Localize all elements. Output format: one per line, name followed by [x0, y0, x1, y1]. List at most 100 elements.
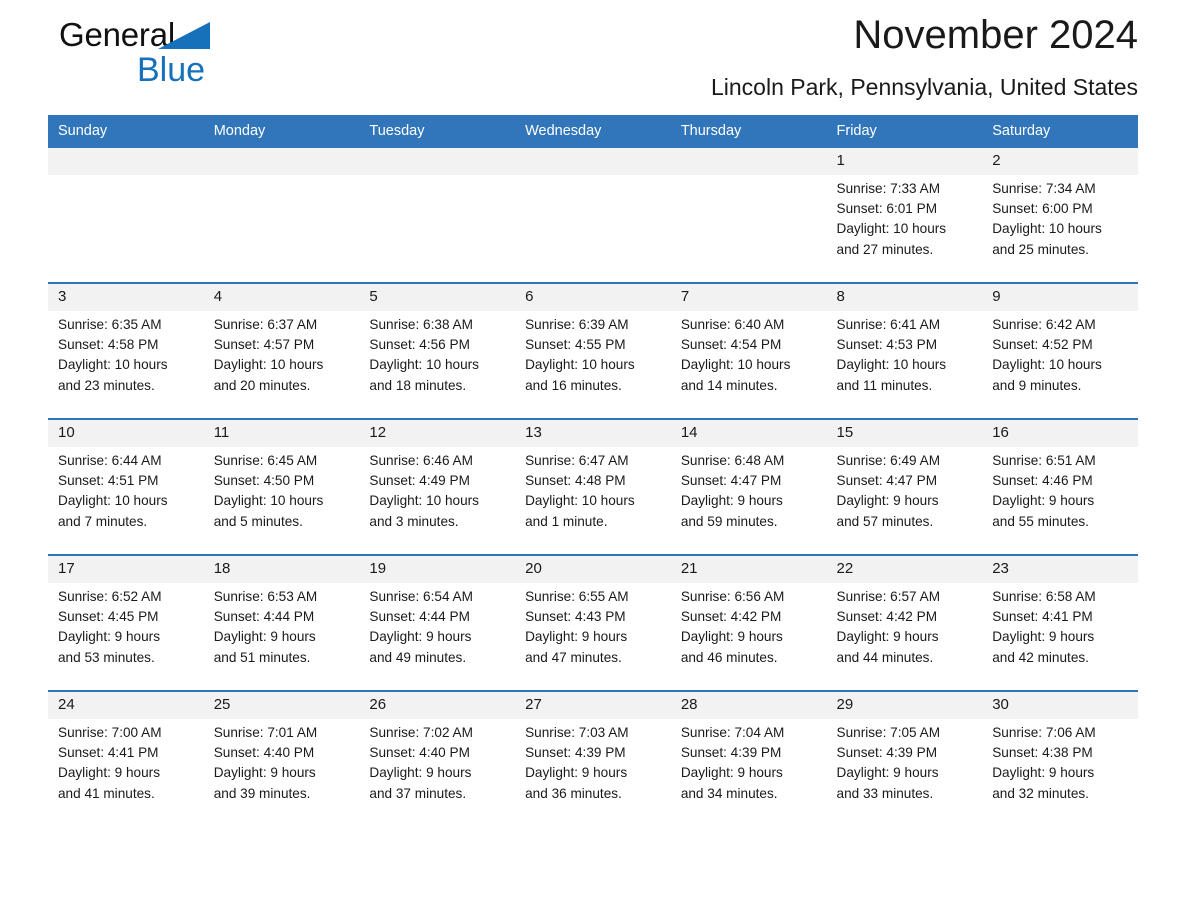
day-detail-line: Sunrise: 6:47 AM	[525, 453, 629, 468]
calendar-day-cell[interactable]: 11 Sunrise: 6:45 AM Sunset: 4:50 PM Dayligh…	[203, 418, 360, 555]
day-detail-line: Sunrise: 6:46 AM	[369, 453, 473, 468]
day-details: Sunrise: 6:41 AM Sunset: 4:53 PM Daylight:…	[827, 311, 983, 396]
calendar-day-cell[interactable]: 25 Sunrise: 7:01 AM Sunset: 4:40 PM Dayligh…	[203, 690, 360, 826]
day-detail-line: and 11 minutes.	[836, 377, 933, 393]
day-number-strip: 23	[982, 556, 1138, 583]
calendar-page: General Blue November 2024 Lincoln Park,…	[0, 0, 1188, 918]
calendar-day-cell[interactable]: 29 Sunrise: 7:05 AM Sunset: 4:39 PM Dayligh…	[826, 690, 983, 826]
day-detail-line: Sunset: 4:51 PM	[58, 473, 159, 489]
day-detail-line: Daylight: 10 hours	[213, 357, 324, 373]
day-details: Sunrise: 7:34 AM Sunset: 6:00 PM Daylight:…	[982, 175, 1138, 260]
day-details: Sunrise: 7:05 AM Sunset: 4:39 PM Daylight:…	[827, 719, 983, 804]
day-detail-line: and 27 minutes.	[836, 241, 934, 257]
day-number-strip: 18	[203, 556, 360, 583]
day-detail-line: Sunset: 4:54 PM	[680, 337, 782, 353]
calendar-day-cell[interactable]: 24 Sunrise: 7:00 AM Sunset: 4:41 PM Dayligh…	[48, 690, 204, 826]
day-details: Sunrise: 6:42 AM Sunset: 4:52 PM Daylight:…	[982, 311, 1138, 396]
calendar-day-cell[interactable]: 2 Sunrise: 7:34 AM Sunset: 6:00 PM Daylight…	[982, 148, 1138, 283]
calendar-day-cell[interactable]: 12 Sunrise: 6:46 AM Sunset: 4:49 PM Dayligh…	[359, 418, 516, 555]
day-detail-line: Daylight: 9 hours	[992, 493, 1095, 509]
day-detail-line: Sunset: 4:49 PM	[369, 473, 470, 489]
day-number: 9	[992, 288, 1001, 305]
day-detail-line: and 5 minutes.	[213, 513, 303, 529]
day-cell-inner: 19 Sunrise: 6:54 AM Sunset: 4:44 PM Dayligh…	[359, 556, 516, 690]
day-number-strip: 2	[982, 148, 1138, 175]
day-cell-inner: 5 Sunrise: 6:38 AM Sunset: 4:56 PM Daylight…	[359, 284, 516, 418]
day-cell-inner: 3 Sunrise: 6:35 AM Sunset: 4:58 PM Daylight…	[48, 284, 204, 418]
calendar-day-cell[interactable]: 26 Sunrise: 7:02 AM Sunset: 4:40 PM Dayligh…	[359, 690, 516, 826]
weekday-header-wednesday: Wednesday	[515, 115, 671, 148]
day-detail-line: and 25 minutes.	[992, 241, 1089, 257]
calendar-day-cell[interactable]: 23 Sunrise: 6:58 AM Sunset: 4:41 PM Dayligh…	[982, 554, 1138, 691]
calendar-day-cell[interactable]: 22 Sunrise: 6:57 AM Sunset: 4:42 PM Dayligh…	[826, 554, 983, 691]
day-number: 25	[213, 696, 231, 713]
calendar-day-cell[interactable]: 20 Sunrise: 6:55 AM Sunset: 4:43 PM Dayligh…	[515, 554, 671, 691]
day-number-strip: 9	[982, 284, 1138, 311]
calendar-week-row: 24 Sunrise: 7:00 AM Sunset: 4:41 PM Dayligh…	[48, 690, 1138, 826]
day-detail-line: and 55 minutes.	[992, 513, 1089, 529]
calendar-day-cell[interactable]: 19 Sunrise: 6:54 AM Sunset: 4:44 PM Dayligh…	[359, 554, 516, 691]
day-detail-line: and 51 minutes.	[213, 649, 311, 665]
calendar-day-cell[interactable]: 3 Sunrise: 6:35 AM Sunset: 4:58 PM Daylight…	[48, 282, 204, 419]
day-detail-line: Daylight: 9 hours	[836, 765, 939, 781]
day-detail-line: Sunrise: 7:34 AM	[992, 181, 1096, 196]
day-detail-line: and 37 minutes.	[369, 785, 467, 801]
day-number: 19	[369, 560, 387, 577]
day-number-strip	[670, 148, 827, 175]
day-details: Sunrise: 6:39 AM Sunset: 4:55 PM Daylight:…	[515, 311, 671, 396]
calendar-day-cell[interactable]: 15 Sunrise: 6:49 AM Sunset: 4:47 PM Dayligh…	[826, 418, 983, 555]
day-detail-line: Daylight: 9 hours	[213, 629, 316, 645]
calendar-day-cell[interactable]: 30 Sunrise: 7:06 AM Sunset: 4:38 PM Dayligh…	[982, 690, 1138, 826]
calendar-day-cell[interactable]: 10 Sunrise: 6:44 AM Sunset: 4:51 PM Dayligh…	[48, 418, 204, 555]
calendar-day-cell[interactable]: 18 Sunrise: 6:53 AM Sunset: 4:44 PM Dayligh…	[203, 554, 360, 691]
day-detail-line: Daylight: 9 hours	[680, 629, 783, 645]
day-detail-line: Daylight: 10 hours	[680, 357, 791, 373]
day-detail-line: and 46 minutes.	[680, 649, 778, 665]
calendar-day-cell[interactable]: 13 Sunrise: 6:47 AM Sunset: 4:48 PM Dayligh…	[515, 418, 671, 555]
day-cell-inner: 29 Sunrise: 7:05 AM Sunset: 4:39 PM Dayligh…	[826, 692, 983, 826]
day-details: Sunrise: 7:02 AM Sunset: 4:40 PM Daylight:…	[359, 719, 515, 804]
calendar-day-cell[interactable]: 28 Sunrise: 7:04 AM Sunset: 4:39 PM Dayligh…	[670, 690, 827, 826]
day-number-strip: 12	[359, 420, 516, 447]
day-cell-inner: 8 Sunrise: 6:41 AM Sunset: 4:53 PM Daylight…	[826, 284, 983, 418]
calendar-day-cell[interactable]: 6 Sunrise: 6:39 AM Sunset: 4:55 PM Daylight…	[515, 282, 671, 419]
day-detail-line: and 20 minutes.	[213, 377, 311, 393]
calendar-day-cell[interactable]: 9 Sunrise: 6:42 AM Sunset: 4:52 PM Daylight…	[982, 282, 1138, 419]
day-details: Sunrise: 6:45 AM Sunset: 4:50 PM Daylight:…	[204, 447, 360, 532]
day-detail-line: and 39 minutes.	[213, 785, 311, 801]
day-detail-line: Sunset: 4:57 PM	[213, 337, 315, 353]
calendar-empty-cell	[359, 148, 516, 283]
day-detail-line: Daylight: 9 hours	[836, 629, 939, 645]
day-cell-inner: 13 Sunrise: 6:47 AM Sunset: 4:48 PM Dayligh…	[515, 420, 671, 554]
calendar-day-cell[interactable]: 4 Sunrise: 6:37 AM Sunset: 4:57 PM Daylight…	[203, 282, 360, 419]
day-details: Sunrise: 6:49 AM Sunset: 4:47 PM Daylight:…	[827, 447, 983, 532]
day-number: 2	[992, 152, 1001, 169]
day-cell-inner: 11 Sunrise: 6:45 AM Sunset: 4:50 PM Dayligh…	[203, 420, 360, 554]
day-details: Sunrise: 6:53 AM Sunset: 4:44 PM Daylight:…	[204, 583, 360, 668]
day-number-strip	[48, 148, 204, 175]
day-number-strip: 22	[826, 556, 983, 583]
calendar-day-cell[interactable]: 7 Sunrise: 6:40 AM Sunset: 4:54 PM Daylight…	[670, 282, 827, 419]
calendar-day-cell[interactable]: 17 Sunrise: 6:52 AM Sunset: 4:45 PM Dayligh…	[48, 554, 204, 691]
calendar-day-cell[interactable]: 16 Sunrise: 6:51 AM Sunset: 4:46 PM Dayligh…	[982, 418, 1138, 555]
calendar-body: 1 Sunrise: 7:33 AM Sunset: 6:01 PM Daylight…	[48, 148, 1138, 826]
weekday-header-sunday: Sunday	[48, 115, 204, 148]
day-number: 18	[213, 560, 231, 577]
day-number-strip: 19	[359, 556, 516, 583]
calendar-day-cell[interactable]: 27 Sunrise: 7:03 AM Sunset: 4:39 PM Dayligh…	[515, 690, 671, 826]
day-number-strip: 30	[982, 692, 1138, 719]
day-detail-line: Daylight: 10 hours	[58, 357, 168, 373]
day-details: Sunrise: 7:33 AM Sunset: 6:01 PM Daylight:…	[827, 175, 983, 260]
generalblue-logo[interactable]: General Blue	[59, 16, 319, 96]
day-detail-line: Sunrise: 6:55 AM	[525, 589, 629, 604]
calendar-day-cell[interactable]: 8 Sunrise: 6:41 AM Sunset: 4:53 PM Daylight…	[826, 282, 983, 419]
day-number: 10	[58, 424, 75, 441]
calendar-day-cell[interactable]: 21 Sunrise: 6:56 AM Sunset: 4:42 PM Dayligh…	[670, 554, 827, 691]
day-details: Sunrise: 6:47 AM Sunset: 4:48 PM Daylight:…	[515, 447, 671, 532]
calendar-day-cell[interactable]: 1 Sunrise: 7:33 AM Sunset: 6:01 PM Daylight…	[826, 148, 983, 283]
calendar-week-row: 10 Sunrise: 6:44 AM Sunset: 4:51 PM Dayligh…	[48, 418, 1138, 555]
calendar-day-cell[interactable]: 5 Sunrise: 6:38 AM Sunset: 4:56 PM Daylight…	[359, 282, 516, 419]
day-number-strip	[515, 148, 671, 175]
calendar-day-cell[interactable]: 14 Sunrise: 6:48 AM Sunset: 4:47 PM Dayligh…	[670, 418, 827, 555]
day-details: Sunrise: 7:01 AM Sunset: 4:40 PM Daylight:…	[204, 719, 360, 804]
